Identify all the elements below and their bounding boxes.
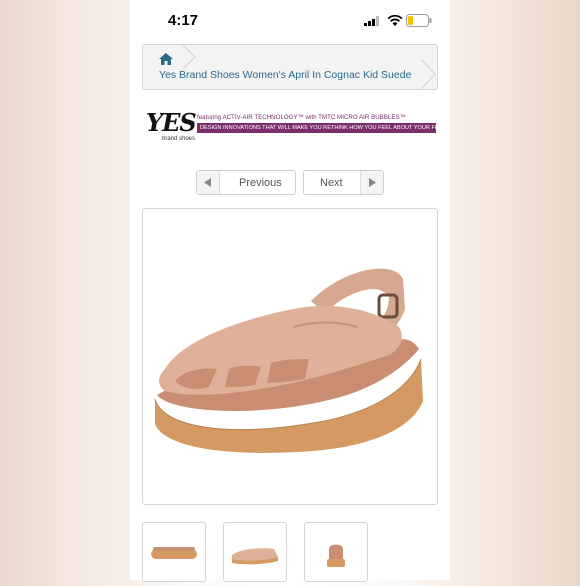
wifi-icon [387, 14, 403, 26]
brand-featuring-text: featuring ACTIV-AIR TECHNOLOGY™ with TMT… [197, 114, 406, 121]
cellular-signal-icon [364, 16, 379, 26]
chevron-right-icon [369, 178, 376, 187]
thumbnail-back[interactable] [304, 522, 368, 582]
product-main-image[interactable] [142, 208, 438, 505]
breadcrumb-separator-icon [182, 45, 196, 69]
status-bar: 4:17 [130, 0, 450, 40]
yes-logo: YES [146, 108, 197, 137]
breadcrumb: Yes Brand Shoes Women's April In Cognac … [142, 44, 438, 90]
breadcrumb-product-link[interactable]: Yes Brand Shoes Women's April In Cognac … [159, 69, 411, 81]
brand-tagline: DESIGN INNOVATIONS THAT WILL MAKE YOU RE… [197, 123, 436, 133]
chevron-left-icon [204, 178, 211, 187]
thumbnail-side[interactable] [223, 522, 287, 582]
thumbnail-sole[interactable] [142, 522, 206, 582]
battery-icon [406, 14, 432, 27]
breadcrumb-separator-icon [421, 59, 436, 89]
thumbnail-image [151, 547, 197, 559]
home-icon[interactable] [159, 53, 173, 65]
sandal-image [154, 268, 423, 453]
brand-banner: YES brand shoes featuring ACTIV-AIR TECH… [142, 108, 438, 148]
next-button[interactable]: Next [303, 170, 384, 195]
thumbnail-image [232, 548, 278, 565]
previous-label: Previous [239, 177, 282, 189]
next-label: Next [320, 177, 343, 189]
previous-button[interactable]: Previous [196, 170, 296, 195]
status-time: 4:17 [168, 12, 199, 29]
thumbnail-image [327, 544, 345, 567]
brand-subtitle: brand shoes [162, 136, 196, 142]
